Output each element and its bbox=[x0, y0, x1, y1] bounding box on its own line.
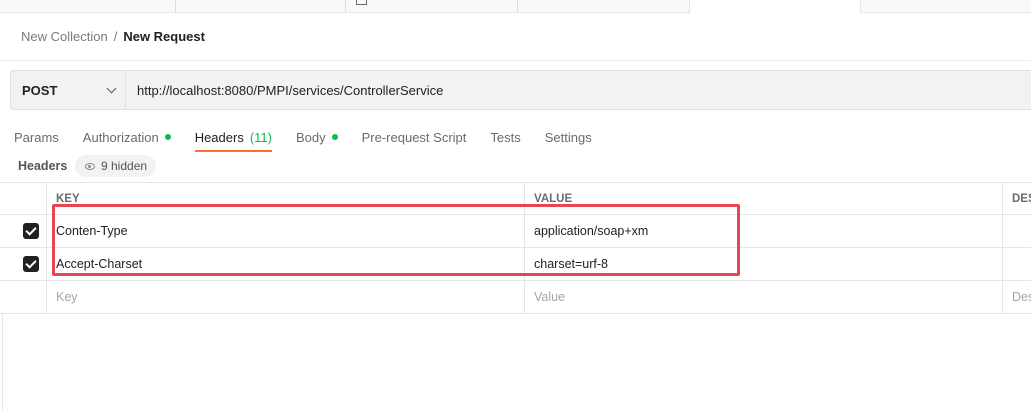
tab-icon bbox=[356, 0, 367, 5]
table-row: Conten-Type application/soap+xm bbox=[0, 215, 1031, 248]
tab-label: Body bbox=[295, 129, 326, 145]
status-dot-icon bbox=[331, 134, 338, 140]
tab-settings[interactable]: Settings bbox=[545, 126, 592, 148]
active-request-tab[interactable] bbox=[689, 0, 861, 14]
tab-count-badge: (11) bbox=[249, 129, 272, 145]
header-key-input[interactable]: Accept-Charset bbox=[47, 248, 525, 280]
tab-pre-request-script[interactable]: Pre-request Script bbox=[362, 126, 467, 148]
tab-params[interactable]: Params bbox=[14, 126, 59, 148]
checkbox-checked-icon[interactable] bbox=[23, 256, 39, 272]
request-url-bar: POST http://localhost:8080/PMPI/services… bbox=[10, 70, 1031, 110]
breadcrumb-separator: / bbox=[113, 29, 118, 44]
eye-icon bbox=[85, 162, 95, 170]
table-row-new: Key Value Des bbox=[0, 281, 1031, 314]
tab-label: Tests bbox=[490, 129, 521, 145]
column-header-key: KEY bbox=[47, 183, 525, 214]
tab-separator bbox=[175, 0, 176, 12]
column-header-description: DES bbox=[1012, 192, 1031, 205]
header-description-input[interactable] bbox=[1003, 215, 1031, 247]
table-row: Accept-Charset charset=urf-8 bbox=[0, 248, 1031, 281]
header-checkbox-cell bbox=[0, 183, 47, 214]
breadcrumb-request-name[interactable]: New Request bbox=[123, 29, 205, 44]
hidden-count: 9 hidden bbox=[101, 159, 148, 173]
header-description-input[interactable] bbox=[1003, 248, 1031, 280]
row-checkbox-cell bbox=[0, 215, 47, 247]
header-value-input[interactable]: application/soap+xm bbox=[525, 215, 1003, 247]
tab-label: Params bbox=[14, 129, 59, 145]
new-key-input[interactable]: Key bbox=[47, 281, 525, 313]
divider bbox=[2, 313, 3, 410]
status-dot-icon bbox=[164, 134, 171, 140]
header-key-input[interactable]: Conten-Type bbox=[47, 215, 525, 247]
new-description-input[interactable]: Des bbox=[1003, 281, 1031, 313]
tab-separator bbox=[345, 0, 346, 12]
tab-body[interactable]: Body bbox=[296, 126, 338, 148]
table-header-row: KEY VALUE DES bbox=[0, 182, 1031, 215]
row-checkbox-cell bbox=[0, 281, 47, 313]
divider bbox=[0, 60, 1031, 61]
url-input[interactable]: http://localhost:8080/PMPI/services/Cont… bbox=[126, 71, 1031, 109]
column-header-value: VALUE bbox=[525, 183, 1003, 214]
tab-label: Settings bbox=[544, 129, 592, 145]
method-label: POST bbox=[22, 82, 58, 98]
method-select[interactable]: POST bbox=[11, 71, 126, 109]
header-value-input[interactable]: charset=urf-8 bbox=[525, 248, 1003, 280]
chevron-down-icon bbox=[106, 83, 117, 93]
tab-tests[interactable]: Tests bbox=[490, 126, 520, 148]
tab-label: Pre-request Script bbox=[361, 129, 467, 145]
tab-separator bbox=[517, 0, 518, 12]
tab-headers[interactable]: Headers (11) bbox=[194, 126, 273, 152]
hidden-headers-toggle[interactable]: 9 hidden bbox=[75, 155, 157, 177]
breadcrumb: New Collection / New Request bbox=[21, 29, 205, 44]
checkbox-checked-icon[interactable] bbox=[23, 223, 39, 239]
row-checkbox-cell bbox=[0, 248, 47, 280]
request-tabs: Params Authorization Headers (11) Body P… bbox=[14, 126, 616, 152]
breadcrumb-collection[interactable]: New Collection bbox=[21, 29, 108, 44]
new-value-input[interactable]: Value bbox=[525, 281, 1003, 313]
request-tab-strip bbox=[0, 0, 1031, 14]
headers-section-label: Headers bbox=[18, 159, 68, 173]
tab-authorization[interactable]: Authorization bbox=[83, 126, 171, 148]
tab-label: Authorization bbox=[82, 129, 159, 145]
tab-label: Headers bbox=[194, 129, 244, 145]
headers-table: KEY VALUE DES Conten-Type application/so… bbox=[0, 182, 1031, 314]
